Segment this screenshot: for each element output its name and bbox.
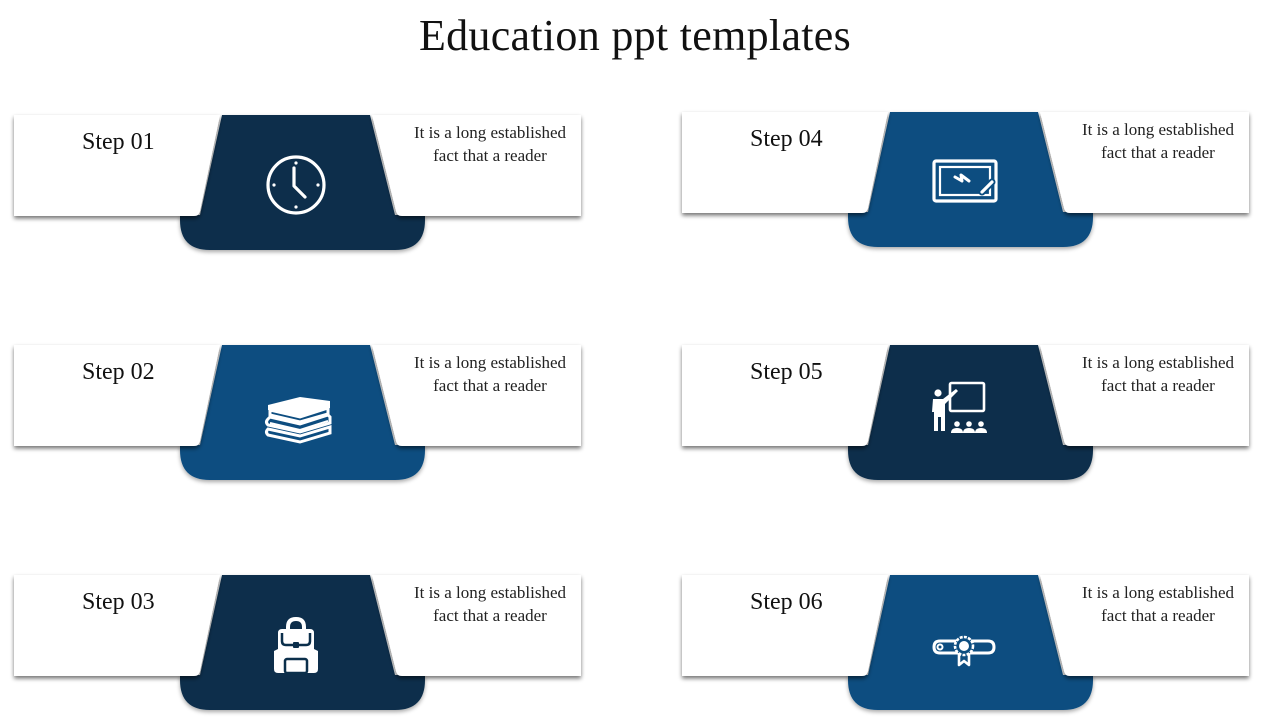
step-label: Step 04 bbox=[750, 126, 823, 152]
step-card-06: Step 06 It is a long established fact th… bbox=[682, 575, 1252, 715]
step-label: Step 01 bbox=[82, 129, 155, 155]
description-line-2: fact that a reader bbox=[433, 146, 547, 165]
description-line-1: It is a long established bbox=[1081, 583, 1235, 602]
step-card-02: Step 02 It is a long established fact th… bbox=[14, 345, 584, 485]
clock-icon bbox=[258, 147, 334, 223]
description-line-1: It is a long established bbox=[413, 123, 567, 142]
description-line-1: It is a long established bbox=[413, 353, 567, 372]
step-card-05: Step 05 It is a long established fact th… bbox=[682, 345, 1252, 485]
whiteboard-icon bbox=[926, 144, 1002, 220]
teacher-icon bbox=[926, 377, 1002, 453]
diploma-icon bbox=[926, 607, 1002, 683]
step-description: It is a long established fact that a rea… bbox=[1060, 581, 1256, 627]
description-line-1: It is a long established bbox=[413, 583, 567, 602]
description-line-2: fact that a reader bbox=[1101, 143, 1215, 162]
description-line-2: fact that a reader bbox=[1101, 376, 1215, 395]
step-description: It is a long established fact that a rea… bbox=[392, 581, 588, 627]
step-card-04: Step 04 It is a long established fact th… bbox=[682, 112, 1252, 252]
step-label: Step 05 bbox=[750, 359, 823, 385]
step-card-01: Step 01 It is a long established fact th… bbox=[14, 115, 584, 255]
step-label: Step 03 bbox=[82, 589, 155, 615]
step-card-03: Step 03 It is a long established fact th… bbox=[14, 575, 584, 715]
books-icon bbox=[258, 377, 334, 453]
description-line-2: fact that a reader bbox=[433, 606, 547, 625]
slide-title: Education ppt templates bbox=[418, 11, 852, 60]
step-label: Step 06 bbox=[750, 589, 823, 615]
step-description: It is a long established fact that a rea… bbox=[1060, 351, 1256, 397]
step-label: Step 02 bbox=[82, 359, 155, 385]
description-line-2: fact that a reader bbox=[1101, 606, 1215, 625]
step-description: It is a long established fact that a rea… bbox=[392, 351, 588, 397]
step-description: It is a long established fact that a rea… bbox=[1060, 118, 1256, 164]
description-line-1: It is a long established bbox=[1081, 353, 1235, 372]
step-description: It is a long established fact that a rea… bbox=[392, 121, 588, 167]
description-line-2: fact that a reader bbox=[433, 376, 547, 395]
backpack-icon bbox=[258, 607, 334, 683]
description-line-1: It is a long established bbox=[1081, 120, 1235, 139]
